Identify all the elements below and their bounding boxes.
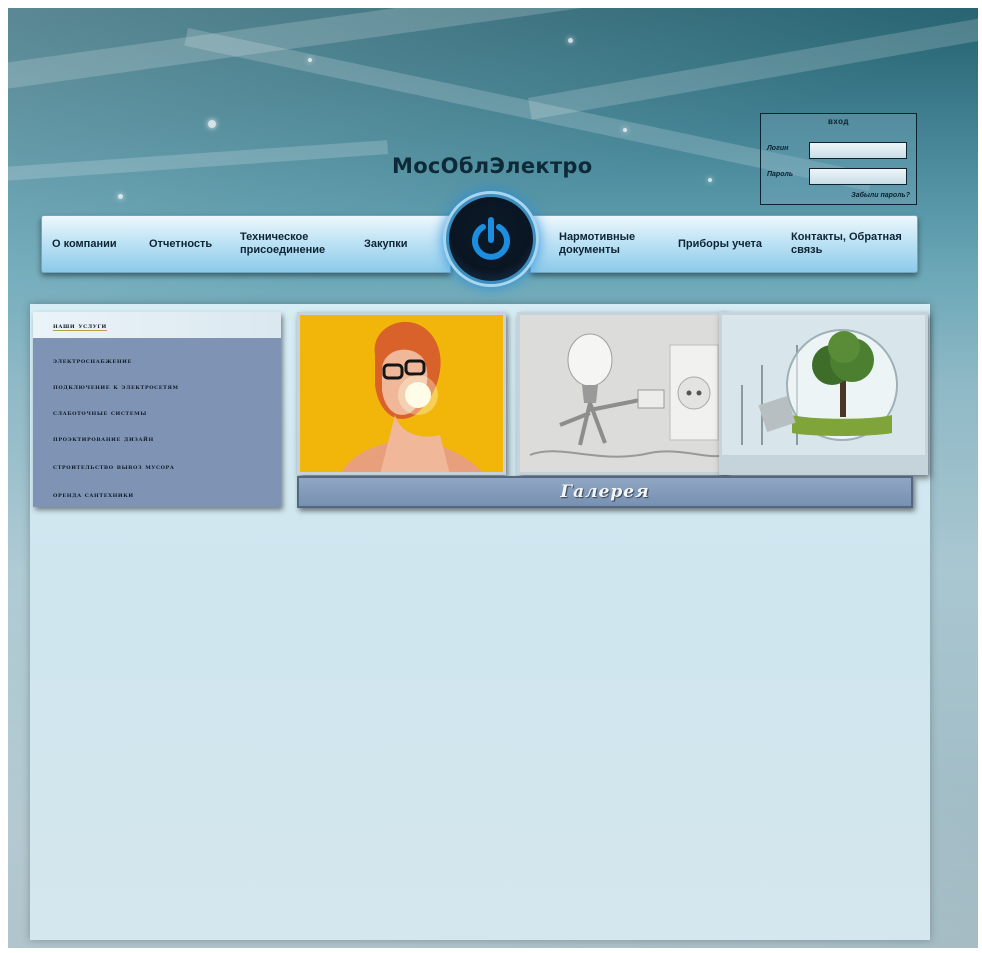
site-title: МосОблЭлектро bbox=[392, 154, 593, 178]
login-box: вход Логин Пароль Забыли пароль? bbox=[760, 113, 917, 205]
login-input[interactable] bbox=[809, 142, 907, 159]
gallery-image-woman-bulb[interactable] bbox=[297, 312, 506, 475]
gallery-label-bar[interactable]: Галерея bbox=[297, 476, 913, 508]
services-sidebar: наши услуги электроснабжение подключение… bbox=[33, 312, 281, 507]
main-nav-left: О компании Отчетность Техническое присое… bbox=[41, 215, 451, 273]
nav-item-meters[interactable]: Приборы учета bbox=[678, 216, 774, 272]
sparkle bbox=[308, 58, 312, 62]
nav-item-reports[interactable]: Отчетность bbox=[149, 216, 235, 272]
nav-item-tech-connection[interactable]: Техническое присоединение bbox=[240, 216, 352, 272]
sidebar-title: наши услуги bbox=[53, 321, 107, 331]
sidebar-item-plumbing-rental[interactable]: оренда сантехники bbox=[53, 490, 134, 499]
sparkle bbox=[568, 38, 573, 43]
sidebar-item-low-current[interactable]: слаботочные системы bbox=[53, 408, 147, 417]
login-title: вход bbox=[827, 117, 850, 126]
power-icon bbox=[472, 217, 510, 260]
nav-item-normative-docs[interactable]: Нармотивные документы bbox=[559, 216, 659, 272]
gallery-image-bulb-socket[interactable] bbox=[517, 312, 726, 475]
eco-bulb-illustration bbox=[722, 315, 925, 472]
power-button[interactable] bbox=[446, 194, 536, 284]
sidebar-item-construction[interactable]: строительство вывоз мусора bbox=[53, 462, 175, 471]
woman-bulb-illustration bbox=[300, 315, 503, 472]
sidebar-item-design[interactable]: проэктирование дизайн bbox=[53, 434, 154, 443]
password-input[interactable] bbox=[809, 168, 907, 185]
background-streak bbox=[8, 140, 389, 182]
nav-item-contacts[interactable]: Контакты, Обратная связь bbox=[791, 216, 911, 272]
background-streak bbox=[528, 11, 978, 120]
sidebar-item-power-supply[interactable]: электроснабжение bbox=[53, 356, 132, 365]
forgot-password-link[interactable]: Забыли пароль? bbox=[851, 192, 910, 199]
bulb-socket-illustration bbox=[520, 315, 723, 472]
sidebar-item-grid-connection[interactable]: подключение к электросетям bbox=[53, 382, 179, 391]
nav-item-about[interactable]: О компании bbox=[52, 216, 138, 272]
gallery-image-eco-bulb[interactable] bbox=[719, 312, 928, 475]
nav-item-purchases[interactable]: Закупки bbox=[364, 216, 424, 272]
sparkle bbox=[708, 178, 712, 182]
password-label: Пароль bbox=[767, 171, 793, 178]
sparkle bbox=[208, 120, 216, 128]
login-label: Логин bbox=[767, 145, 789, 152]
main-nav-right: Нармотивные документы Приборы учета Конт… bbox=[530, 215, 918, 273]
sparkle bbox=[623, 128, 627, 132]
sparkle bbox=[118, 194, 123, 199]
